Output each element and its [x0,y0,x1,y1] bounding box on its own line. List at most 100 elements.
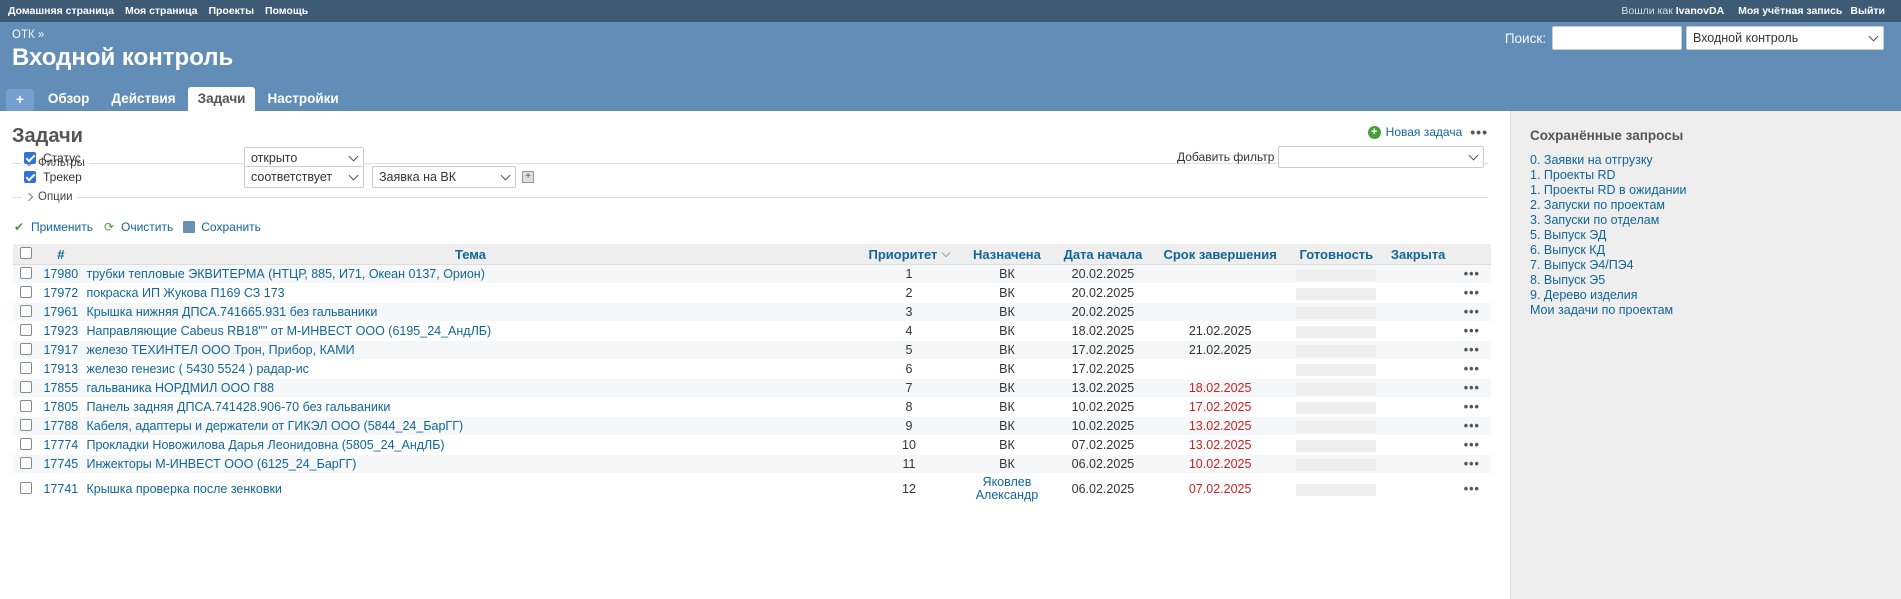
col-priority[interactable]: Приоритет [858,244,960,265]
clear-button[interactable]: ⟳ Очистить [103,220,173,234]
more-actions-icon[interactable]: ••• [1464,457,1480,471]
issue-subject-link[interactable]: железо ТЕХИНТЕЛ ООО Трон, Прибор, КАМИ [86,343,354,357]
more-actions-icon[interactable]: ••• [1464,305,1480,319]
more-actions-icon[interactable]: ••• [1464,362,1480,376]
issue-row: 17972 покраска ИП Жукова П169 СЗ 173 2 ВК 20… [13,283,1491,303]
tab-activity[interactable]: Действия [101,87,185,111]
issue-id-link[interactable]: 17913 [43,362,78,376]
tab-overview[interactable]: Обзор [38,87,100,111]
my-account-link[interactable]: Моя учётная запись [1738,5,1842,17]
issue-id-link[interactable]: 17855 [43,381,78,395]
more-actions-icon[interactable]: ••• [1464,419,1480,433]
top-link-help[interactable]: Помощь [265,5,308,17]
issue-checkbox[interactable] [20,399,33,412]
more-actions-icon[interactable]: ••• [1464,400,1480,414]
saved-query-link[interactable]: 1. Проекты RD в ожидании [1530,183,1686,197]
saved-query-link[interactable]: 3. Запуски по отделам [1530,213,1659,227]
issue-checkbox[interactable] [20,380,33,393]
saved-query-link[interactable]: 9. Дерево изделия [1530,288,1637,302]
issue-subject-link[interactable]: покраска ИП Жукова П169 СЗ 173 [86,286,284,300]
more-actions-icon[interactable]: ••• [1464,381,1480,395]
saved-query-link[interactable]: 8. Выпуск Э5 [1530,273,1605,287]
parent-project-link[interactable]: ОТК » [12,29,44,41]
issue-subject-link[interactable]: Панель задняя ДПСА.741428.906-70 без гал… [86,400,390,414]
top-link-home[interactable]: Домашняя страница [8,5,114,17]
issue-subject-link[interactable]: Крышка проверка после зенковки [86,482,281,496]
issue-id-link[interactable]: 17980 [43,267,78,281]
issue-id-link[interactable]: 17788 [43,419,78,433]
save-button[interactable]: Сохранить [183,220,261,234]
issue-id-link[interactable]: 17923 [43,324,78,338]
saved-query-link[interactable]: Мои задачи по проектам [1530,303,1673,317]
issue-checkbox[interactable] [20,456,33,469]
col-done[interactable]: Готовность [1288,244,1384,265]
issue-subject-link[interactable]: железо генезис ( 5430 5524 ) радар-ис [86,362,308,376]
issue-checkbox[interactable] [20,342,33,355]
logout-link[interactable]: Выйти [1850,5,1885,17]
issue-subject-link[interactable]: гальваника НОРДМИЛ ООО Г88 [86,381,274,395]
issue-id-link[interactable]: 17917 [43,343,78,357]
issue-id-link[interactable]: 17961 [43,305,78,319]
issue-id-link[interactable]: 17774 [43,438,78,452]
tab-issues[interactable]: Задачи [187,87,256,111]
saved-query-link[interactable]: 5. Выпуск ЭД [1530,228,1606,242]
more-actions-icon[interactable]: ••• [1464,324,1480,338]
filter-tracker-checkbox[interactable] [24,171,36,183]
more-actions-icon[interactable]: ••• [1464,286,1480,300]
issue-subject-link[interactable]: трубки тепловые ЭКВИТЕРМА (НТЦР, 885, И7… [86,267,484,281]
col-id[interactable]: # [39,244,83,265]
saved-query-link[interactable]: 6. Выпуск КД [1530,243,1605,257]
issue-subject-link[interactable]: Крышка нижняя ДПСА.741665.931 без гальва… [86,305,377,319]
tab-new-object[interactable]: + [6,89,34,111]
issue-id-link[interactable]: 17745 [43,457,78,471]
saved-query-link[interactable]: 2. Запуски по проектам [1530,198,1665,212]
add-filter-select[interactable] [1278,146,1485,168]
saved-query-link[interactable]: 1. Проекты RD [1530,168,1616,182]
issue-subject-link[interactable]: Инжекторы М-ИНВЕСТ ООО (6125_24_БарГГ) [86,457,356,471]
username-link[interactable]: IvanovDA [1676,5,1724,17]
search-input[interactable] [1552,26,1682,50]
issue-checkbox[interactable] [20,285,33,298]
new-issue-link[interactable]: Новая задача [1386,125,1463,139]
col-due[interactable]: Срок завершения [1151,244,1289,265]
top-link-my-page[interactable]: Моя страница [125,5,198,17]
apply-button[interactable]: ✔ Применить [13,220,93,234]
select-all-checkbox[interactable] [20,246,33,259]
issue-checkbox[interactable] [20,418,33,431]
project-jump-select[interactable]: Входной контроль [1686,26,1884,50]
issue-checkbox[interactable] [20,481,33,494]
col-subject[interactable]: Тема [82,244,859,265]
more-actions-icon[interactable]: ••• [1464,482,1480,496]
saved-query-item: 0. Заявки на отгрузку [1530,153,1901,168]
issue-id-link[interactable]: 17972 [43,286,78,300]
issue-id-cell: 17917 [39,340,83,360]
more-actions-icon[interactable]: ••• [1464,343,1480,357]
issue-subject-link[interactable]: Прокладки Новожилова Дарья Леонидовна (5… [86,438,444,452]
issue-checkbox[interactable] [20,266,33,279]
tab-settings[interactable]: Настройки [257,87,348,111]
more-actions-icon[interactable]: ••• [1464,438,1480,452]
issue-checkbox[interactable] [20,304,33,317]
filter-tracker-value[interactable]: Заявка на ВК [372,166,516,188]
issue-row: 17917 железо ТЕХИНТЕЛ ООО Трон, Прибор, К… [13,340,1491,360]
toggle-multiselect-icon[interactable]: + [522,171,534,183]
options-legend[interactable]: Опции [22,191,77,203]
issue-id-link[interactable]: 17805 [43,400,78,414]
col-assigned[interactable]: Назначена [959,244,1055,265]
top-link-projects[interactable]: Проекты [208,5,254,17]
issue-checkbox[interactable] [20,437,33,450]
issue-assigned-link[interactable]: Яковлев Александр [976,475,1039,502]
issue-checkbox[interactable] [20,361,33,374]
filter-status-checkbox[interactable] [24,152,36,164]
more-actions-icon[interactable]: ••• [1470,124,1488,140]
more-actions-icon[interactable]: ••• [1464,267,1480,281]
saved-query-link[interactable]: 7. Выпуск Э4/ПЭ4 [1530,258,1634,272]
filter-tracker-operator[interactable]: соответствует [244,166,364,188]
issue-id-link[interactable]: 17741 [43,482,78,496]
issue-subject-link[interactable]: Направляющие Cabeus RB18"" от М-ИНВЕСТ О… [86,324,491,338]
col-closed[interactable]: Закрыта [1383,244,1453,265]
saved-query-link[interactable]: 0. Заявки на отгрузку [1530,153,1653,167]
issue-subject-link[interactable]: Кабеля, адаптеры и держатели от ГИКЭЛ ОО… [86,419,463,433]
issue-checkbox[interactable] [20,323,33,336]
col-start[interactable]: Дата начала [1054,244,1152,265]
